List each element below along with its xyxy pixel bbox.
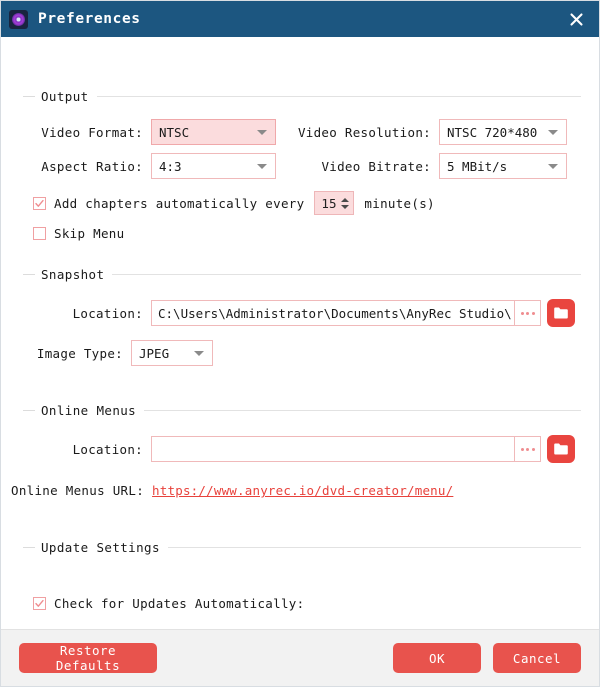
- chevron-down-icon: [548, 130, 558, 135]
- app-target-icon: [9, 9, 28, 29]
- video-bitrate-combo[interactable]: 5 MBit/s: [439, 153, 567, 179]
- online-menus-location-label: Location:: [72, 441, 143, 457]
- online-menus-browse-button[interactable]: [514, 436, 541, 462]
- skip-menu-row: Skip Menu: [33, 226, 581, 241]
- footer-actions: OK Cancel: [393, 643, 581, 673]
- group-online-menus-title: Online Menus: [41, 402, 137, 418]
- snapshot-location-label: Location:: [72, 305, 143, 321]
- video-format-value: NTSC: [159, 124, 190, 140]
- window-title: Preferences: [38, 11, 141, 27]
- chevron-down-icon: [257, 164, 267, 169]
- check-icon: [35, 199, 44, 207]
- online-menus-location-field-group: [151, 435, 575, 463]
- group-snapshot-header: Snapshot: [23, 266, 581, 282]
- snapshot-open-folder-button[interactable]: [547, 299, 575, 327]
- image-type-value: JPEG: [139, 345, 170, 361]
- stepper-arrows-icon[interactable]: [340, 197, 349, 209]
- cancel-button[interactable]: Cancel: [493, 643, 581, 673]
- snapshot-browse-button[interactable]: [514, 300, 541, 326]
- snapshot-location-field-group: C:\Users\Administrator\Documents\AnyRec …: [151, 299, 575, 327]
- check-updates-row: Check for Updates Automatically:: [33, 596, 581, 611]
- close-icon: [569, 12, 583, 26]
- chevron-down-icon: [194, 351, 204, 356]
- aspect-ratio-value: 4:3: [159, 158, 182, 174]
- online-menus-open-folder-button[interactable]: [547, 435, 575, 463]
- video-resolution-value: NTSC 720*480: [447, 124, 538, 140]
- chapter-minutes-stepper[interactable]: 15: [314, 191, 355, 215]
- group-snapshot: Snapshot Location: C:\Users\Administrato…: [23, 267, 581, 366]
- video-resolution-combo[interactable]: NTSC 720*480: [439, 119, 567, 145]
- chevron-down-icon: [257, 130, 267, 135]
- online-menus-url-label: Online Menus URL:: [11, 483, 145, 498]
- folder-icon: [554, 443, 568, 455]
- skip-menu-label: Skip Menu: [54, 226, 125, 241]
- aspect-ratio-label: Aspect Ratio:: [41, 158, 143, 174]
- chapter-minutes-value: 15: [321, 195, 337, 211]
- output-row-1: Video Format: NTSC Video Resolution: NTS…: [23, 119, 581, 145]
- video-bitrate-value: 5 MBit/s: [447, 158, 508, 174]
- image-type-label: Image Type:: [36, 345, 123, 361]
- add-chapters-label: Add chapters automatically every: [54, 195, 305, 211]
- snapshot-location-row: Location: C:\Users\Administrator\Documen…: [23, 299, 581, 327]
- aspect-ratio-combo[interactable]: 4:3: [151, 153, 276, 179]
- group-update-settings: Update Settings Check for Updates Automa…: [23, 540, 581, 611]
- image-type-combo[interactable]: JPEG: [131, 340, 213, 366]
- image-type-row: Image Type: JPEG: [23, 340, 581, 366]
- ok-button[interactable]: OK: [393, 643, 481, 673]
- skip-menu-checkbox[interactable]: [33, 227, 46, 240]
- output-row-2: Aspect Ratio: 4:3 Video Bitrate: 5 MBit/…: [23, 153, 581, 179]
- group-update-settings-header: Update Settings: [23, 539, 581, 555]
- close-button[interactable]: [553, 1, 599, 37]
- group-online-menus: Online Menus Location: Online Menus URL:…: [11, 402, 581, 498]
- online-menus-url-row: Online Menus URL: https://www.anyrec.io/…: [11, 483, 581, 498]
- group-output-header: Output: [23, 88, 581, 104]
- video-resolution-label: Video Resolution:: [297, 124, 431, 140]
- title-bar: Preferences: [1, 1, 599, 37]
- folder-icon: [554, 307, 568, 319]
- group-output: Output Video Format: NTSC Video Resoluti…: [23, 89, 581, 241]
- group-output-title: Output: [41, 88, 89, 104]
- group-online-menus-header: Online Menus: [23, 402, 581, 418]
- chevron-down-icon: [548, 164, 558, 169]
- preferences-dialog: Preferences Output Video Format: NTSC Vi…: [0, 0, 600, 687]
- add-chapters-unit-label: minute(s): [364, 195, 435, 211]
- dialog-body: Output Video Format: NTSC Video Resoluti…: [1, 37, 599, 629]
- dialog-footer: Restore Defaults OK Cancel: [1, 629, 599, 686]
- online-menus-location-input[interactable]: [151, 436, 514, 462]
- snapshot-location-input[interactable]: C:\Users\Administrator\Documents\AnyRec …: [151, 300, 514, 326]
- group-update-settings-title: Update Settings: [41, 539, 160, 555]
- add-chapters-row: Add chapters automatically every 15 minu…: [33, 191, 581, 215]
- video-format-label: Video Format:: [41, 124, 143, 140]
- restore-defaults-button[interactable]: Restore Defaults: [19, 643, 157, 673]
- group-snapshot-title: Snapshot: [41, 266, 105, 282]
- check-updates-label: Check for Updates Automatically:: [54, 596, 305, 611]
- online-menus-location-row: Location:: [23, 435, 581, 463]
- video-bitrate-label: Video Bitrate:: [321, 158, 431, 174]
- online-menus-url-link[interactable]: https://www.anyrec.io/dvd-creator/menu/: [152, 483, 453, 498]
- check-updates-checkbox[interactable]: [33, 597, 46, 610]
- video-format-combo[interactable]: NTSC: [151, 119, 276, 145]
- check-icon: [35, 599, 44, 607]
- add-chapters-checkbox[interactable]: [33, 196, 46, 210]
